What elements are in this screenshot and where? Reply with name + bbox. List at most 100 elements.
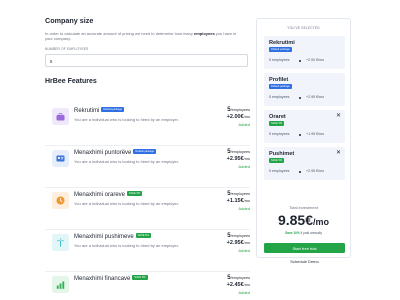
description-emphasis: employees — [193, 31, 215, 36]
feature-pricing: 5/employees +2.45€/mo Added — [200, 275, 250, 295]
selection-summary-panel: YOU'VE SELECTED Rekrutimi Default packag… — [256, 18, 351, 264]
employees-unit: /employees — [230, 108, 250, 112]
summary-heading: YOU'VE SELECTED — [287, 26, 320, 30]
selected-card-price: +2.95 €/mo — [306, 95, 325, 99]
selected-card-title: Profilet — [269, 77, 289, 83]
feature-description: You are a individual who is looking to h… — [74, 201, 179, 206]
feature-badge: SAVE 5% — [135, 233, 151, 238]
palm-tree-icon — [52, 234, 69, 251]
feature-added-status[interactable]: Added — [200, 206, 250, 211]
separator-dot — [299, 96, 301, 99]
selected-card-badge: SAVE 5% — [269, 158, 285, 163]
company-size-description: In order to calculate an accurate amount… — [45, 31, 245, 42]
selected-card-price: +2.00 €/mo — [306, 58, 325, 62]
feature-price: +2.45€/mo — [200, 282, 250, 288]
employees-unit: /employees — [230, 192, 250, 196]
feature-title-text: Rekrutimi — [74, 108, 100, 115]
feature-row-menaxhimi-puntoreve[interactable]: Menaxhimi puntorëve Default package You a… — [45, 146, 250, 188]
feature-row-menaxhimi-pushimeve[interactable]: Menaxhimi pushimeve SAVE 5% You are a ind… — [45, 230, 250, 272]
savings-text: if paid annually — [299, 231, 322, 235]
selected-card-employees: 5 employees — [269, 95, 290, 99]
savings-note: Save 10% if paid annually — [257, 231, 350, 235]
price-unit: /mo — [243, 115, 250, 119]
feature-pricing: 5/employees +2.00€/mo Added — [200, 107, 250, 127]
feature-title-text: Menaxhimi orareve — [74, 192, 126, 199]
feature-description: You are a individual who is looking to h… — [74, 159, 179, 164]
selected-card-badge: Default package — [269, 84, 292, 89]
feature-added-status[interactable]: Added — [200, 290, 250, 295]
price-unit: /mo — [243, 157, 250, 161]
price-unit: /mo — [243, 241, 250, 245]
feature-title-text: Menaxhimi puntorëve — [74, 150, 132, 157]
feature-badge: SAVE 5% — [132, 275, 148, 280]
feature-price: +2.00€/mo — [200, 114, 250, 120]
feature-added-status[interactable]: Added — [200, 122, 250, 127]
feature-employees: 5/employees — [200, 191, 250, 197]
price-value: +2.95€ — [226, 240, 244, 246]
feature-badge: SAVE 5% — [127, 191, 143, 196]
feature-employees: 5/employees — [200, 233, 250, 239]
feature-row-rekrutimi[interactable]: Rekrutimi Default package You are a indiv… — [45, 104, 250, 146]
price-unit: /mo — [243, 199, 250, 203]
feature-row-menaxhimi-financave[interactable]: Menaxhimi financave SAVE 5% 5/employees +… — [45, 272, 250, 300]
feature-row-menaxhimi-orareve[interactable]: Menaxhimi orareve SAVE 5% You are a indiv… — [45, 188, 250, 230]
feature-price: +2.95€/mo — [200, 156, 250, 162]
feature-pricing: 5/employees +1.15€/mo Added — [200, 191, 250, 211]
price-value: +1.15€ — [226, 198, 244, 204]
selected-card-employees: 5 employees — [269, 132, 290, 136]
feature-title-text: Menaxhimi financave — [74, 276, 131, 283]
bar-chart-icon — [52, 276, 69, 293]
clock-icon — [52, 192, 69, 209]
close-icon[interactable]: ✕ — [336, 113, 341, 119]
employees-field-label: NUMBER OF EMPLOYEES — [45, 46, 89, 51]
feature-title-text: Menaxhimi pushimeve — [74, 234, 134, 241]
total-price: 9.85€/mo — [257, 212, 350, 228]
feature-price: +2.95€/mo — [200, 240, 250, 246]
feature-added-status[interactable]: Added — [200, 164, 250, 169]
start-free-trial-button[interactable]: Start free trial — [264, 243, 345, 253]
company-size-section: Company size In order to calculate an ac… — [45, 16, 250, 85]
separator-dot — [299, 170, 301, 173]
selected-card-rekrutimi: Rekrutimi Default package 5 employees +2… — [264, 36, 345, 69]
feature-title: Rekrutimi Default package — [74, 107, 125, 115]
separator-dot — [299, 133, 301, 136]
briefcase-icon — [52, 108, 69, 125]
description-text-start: In order to calculate an accurate amount… — [45, 31, 194, 36]
employees-input[interactable]: 5 — [45, 53, 248, 67]
feature-description: You are a individual who is looking to h… — [74, 243, 179, 248]
selected-card-employees: 5 employees — [269, 169, 290, 173]
id-card-icon — [52, 150, 69, 167]
price-value: +2.00€ — [226, 114, 244, 120]
feature-pricing: 5/employees +2.95€/mo Added — [200, 149, 250, 169]
feature-title: Menaxhimi orareve SAVE 5% — [74, 191, 143, 199]
feature-title: Menaxhimi financave SAVE 5% — [74, 275, 148, 283]
feature-badge: Default package — [101, 107, 125, 112]
feature-added-status[interactable]: Added — [200, 248, 250, 253]
total-investment-label: Total investment — [289, 205, 318, 210]
feature-badge: Default package — [133, 149, 157, 154]
selected-card-employees: 5 employees — [269, 58, 290, 62]
selected-card-badge: Default package — [269, 47, 292, 52]
selected-card-badge: SAVE 5% — [269, 121, 285, 126]
employees-unit: /employees — [230, 234, 250, 238]
features-heading: HrBee Features — [45, 77, 97, 85]
feature-title: Menaxhimi pushimeve SAVE 5% — [74, 233, 151, 241]
employees-unit: /employees — [230, 276, 250, 280]
feature-employees: 5/employees — [200, 107, 250, 113]
selected-card-price: +2.95 €/mo — [306, 169, 325, 173]
selected-card-price: +1.95 €/mo — [306, 132, 325, 136]
feature-pricing: 5/employees +2.95€/mo Added — [200, 233, 250, 253]
company-size-heading: Company size — [45, 16, 94, 25]
feature-employees: 5/employees — [200, 149, 250, 155]
selected-card-pushimet: Pushimet ✕ SAVE 5% 5 employees +2.95 €/m… — [264, 147, 345, 180]
schedule-demo-button[interactable]: Schedule Demo — [264, 257, 345, 266]
separator-dot — [299, 59, 301, 62]
selected-card-oraret: Oraret ✕ SAVE 5% 5 employees +1.95 €/mo — [264, 110, 345, 143]
close-icon[interactable]: ✕ — [336, 150, 341, 156]
selected-card-title: Oraret — [269, 114, 286, 120]
feature-description: You are a individual who is looking to h… — [74, 117, 179, 122]
price-unit: /mo — [243, 283, 250, 287]
price-value: +2.95€ — [226, 156, 244, 162]
selected-card-profilet: Profilet Default package 5 employees +2.… — [264, 73, 345, 106]
employees-unit: /employees — [230, 150, 250, 154]
